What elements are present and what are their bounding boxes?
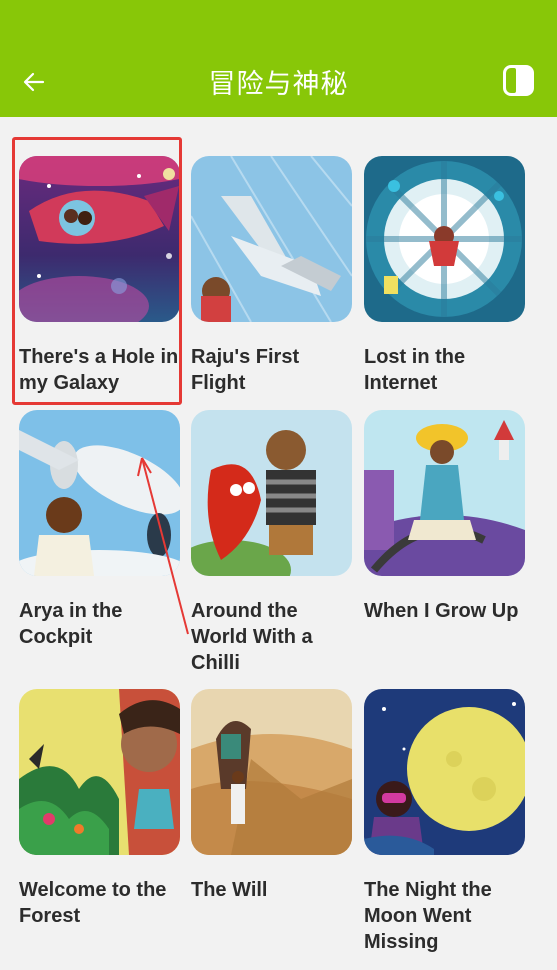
display-mode-button[interactable] bbox=[503, 65, 534, 96]
book-card-will[interactable]: The Will bbox=[191, 689, 352, 903]
book-title: The Will bbox=[191, 879, 268, 901]
book-title: Raju's First Flight bbox=[191, 346, 300, 394]
book-card-forest[interactable]: Welcome to the Forest bbox=[19, 689, 180, 929]
book-cover bbox=[191, 156, 352, 322]
book-cover bbox=[191, 689, 352, 855]
book-card-chilli[interactable]: Around the World With a Chilli bbox=[191, 410, 352, 676]
selection-highlight bbox=[12, 137, 182, 405]
bottom-edge bbox=[0, 962, 557, 970]
book-card-internet[interactable]: Lost in the Internet bbox=[364, 156, 525, 396]
book-card-grow-up[interactable]: When I Grow Up bbox=[364, 410, 525, 624]
book-card-raju[interactable]: Raju's First Flight bbox=[191, 156, 352, 396]
book-cover bbox=[19, 410, 180, 576]
book-title: When I Grow Up bbox=[364, 600, 519, 622]
book-cover bbox=[19, 689, 180, 855]
book-title: Arya in the Cockpit bbox=[19, 600, 123, 648]
book-title: Welcome to the Forest bbox=[19, 879, 167, 927]
book-title: Lost in the Internet bbox=[364, 346, 466, 394]
page-title: 冒险与神秘 bbox=[208, 69, 349, 100]
book-cover bbox=[364, 689, 525, 855]
book-cover bbox=[364, 410, 525, 576]
app-header: 冒险与神秘 bbox=[0, 0, 557, 117]
book-title: The Night the Moon Went Missing bbox=[364, 879, 492, 953]
book-card-arya[interactable]: Arya in the Cockpit bbox=[19, 410, 180, 650]
book-title: Around the World With a Chilli bbox=[191, 600, 313, 674]
book-card-moon[interactable]: The Night the Moon Went Missing bbox=[364, 689, 525, 955]
toggle-icon bbox=[506, 68, 516, 93]
book-cover bbox=[191, 410, 352, 576]
book-cover bbox=[364, 156, 525, 322]
